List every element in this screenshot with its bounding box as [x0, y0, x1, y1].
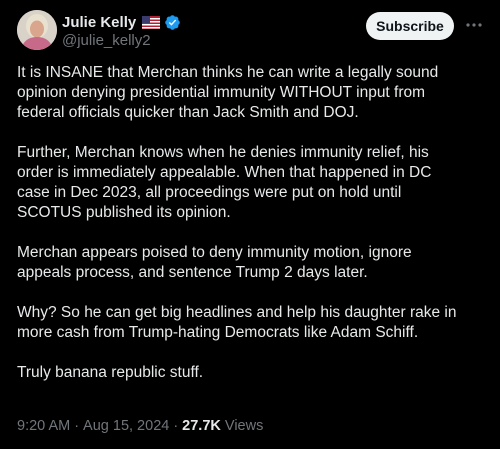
views-label: Views	[224, 418, 264, 434]
tweet-time[interactable]: 9:20 AM	[17, 418, 70, 434]
tweet-date[interactable]: Aug 15, 2024	[83, 418, 169, 434]
meta-separator: ·	[74, 418, 80, 434]
more-icon[interactable]	[463, 13, 485, 37]
author-handle[interactable]: @julie_kelly2	[62, 32, 151, 49]
tweet-paragraph: It is INSANE that Merchan thinks he can …	[17, 64, 439, 121]
tweet: Julie Kelly @julie_kelly2 Subscribe It i…	[0, 0, 500, 449]
avatar-image	[17, 10, 57, 50]
us-flag-icon	[142, 16, 161, 29]
verified-badge-icon[interactable]	[164, 14, 181, 31]
tweet-paragraph: Further, Merchan knows when he denies im…	[17, 144, 432, 221]
tweet-paragraph: Why? So he can get big headlines and hel…	[17, 304, 457, 341]
author-name-row: Julie Kelly	[62, 13, 181, 32]
views-count[interactable]: 27.7K	[182, 418, 221, 434]
tweet-paragraph: Truly banana republic stuff.	[17, 364, 204, 381]
subscribe-button[interactable]: Subscribe	[366, 12, 454, 40]
tweet-meta: 9:20 AM · Aug 15, 2024 · 27.7K Views	[17, 418, 263, 434]
avatar[interactable]	[17, 10, 57, 50]
author-name[interactable]: Julie Kelly	[62, 14, 136, 31]
tweet-text: It is INSANE that Merchan thinks he can …	[17, 63, 485, 383]
tweet-paragraph: Merchan appears poised to deny immunity …	[17, 244, 412, 281]
meta-separator: ·	[173, 418, 179, 434]
